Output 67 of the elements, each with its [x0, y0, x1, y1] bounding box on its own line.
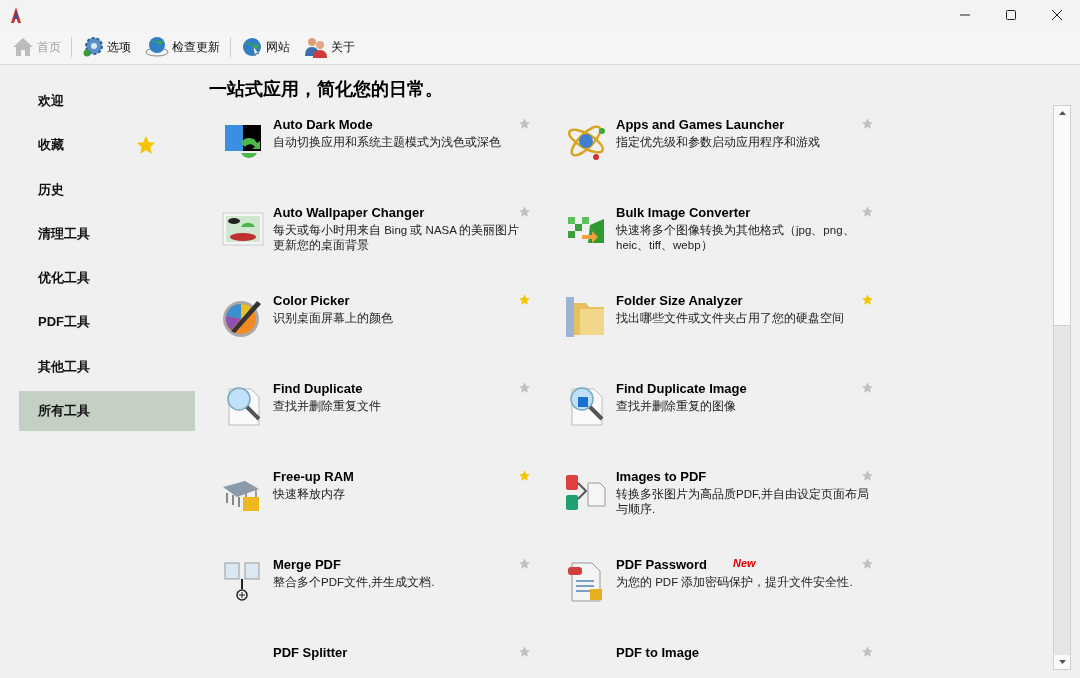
toolbar-button[interactable]: 检查更新	[139, 34, 226, 60]
globe-icon	[145, 36, 169, 58]
toolbar-button[interactable]: 选项	[76, 34, 137, 60]
page-heading: 一站式应用，简化您的日常。	[209, 78, 444, 101]
people-icon	[304, 36, 328, 58]
star-icon[interactable]	[518, 381, 531, 394]
sidebar-item[interactable]: 清理工具	[19, 213, 195, 254]
tool-title[interactable]: Auto Dark Mode	[273, 117, 492, 132]
sidebar-item[interactable]: 历史	[19, 169, 195, 210]
tool-description: 找出哪些文件或文件夹占用了您的硬盘空间	[616, 311, 845, 326]
star-icon[interactable]	[861, 381, 874, 394]
star-icon[interactable]	[518, 645, 531, 658]
star-icon[interactable]	[861, 557, 874, 570]
sidebar-item[interactable]: 所有工具	[19, 391, 195, 432]
tool-description: 转换多张图片为高品质PDF,并自由设定页面布局与顺序.	[616, 487, 870, 517]
sidebar-item[interactable]: 优化工具	[19, 258, 195, 299]
tool-description: 快速释放内存	[273, 487, 346, 502]
gear-icon	[82, 36, 104, 58]
tool-title[interactable]: Find Duplicate Image	[616, 381, 835, 396]
tool-title[interactable]: Bulk Image Converter	[616, 205, 835, 220]
tool-description: 整合多个PDF文件,并生成文档.	[273, 575, 436, 590]
tool-title[interactable]: PDF to Image	[616, 645, 835, 660]
tool-description: 识别桌面屏幕上的颜色	[273, 311, 394, 326]
tool-title[interactable]: Find Duplicate	[273, 381, 492, 396]
star-icon[interactable]	[861, 117, 874, 130]
tool-description: 查找并删除重复的图像	[616, 399, 737, 414]
sidebar-item[interactable]: 其他工具	[19, 346, 195, 387]
globe-icon	[241, 36, 263, 58]
scroll-up-icon[interactable]	[1058, 111, 1066, 115]
tool-description: 查找并删除重复文件	[273, 399, 382, 414]
tool-title[interactable]: PDF Password	[616, 557, 708, 572]
sidebar-item[interactable]: 收藏	[19, 125, 195, 166]
star-icon[interactable]	[518, 205, 531, 218]
tool-description: 自动切换应用和系统主题模式为浅色或深色	[273, 135, 502, 150]
star-icon[interactable]	[518, 117, 531, 130]
tool-title[interactable]: Free-up RAM	[273, 469, 492, 484]
tool-description: 指定优先级和参数启动应用程序和游戏	[616, 135, 821, 150]
toolbar-button[interactable]: 关于	[298, 34, 361, 60]
tool-title[interactable]: Apps and Games Launcher	[616, 117, 835, 132]
sidebar-item[interactable]: 欢迎	[19, 81, 195, 121]
tool-title[interactable]: Merge PDF	[273, 557, 492, 572]
tool-title[interactable]: Folder Size Analyzer	[616, 293, 835, 308]
star-icon[interactable]	[861, 469, 874, 482]
star-icon[interactable]	[861, 645, 874, 658]
tool-title[interactable]: PDF Splitter	[273, 645, 492, 660]
star-icon[interactable]	[861, 205, 874, 218]
tool-description: 每天或每小时用来自 Bing 或 NASA 的美丽图片更新您的桌面背景	[273, 223, 521, 253]
scrollbar[interactable]	[1053, 105, 1071, 670]
star-icon[interactable]	[518, 469, 531, 482]
sidebar-item[interactable]: PDF工具	[19, 302, 195, 343]
scroll-thumb[interactable]	[1054, 120, 1070, 326]
tool-title[interactable]: Auto Wallpaper Changer	[273, 205, 492, 220]
star-icon[interactable]	[518, 557, 531, 570]
star-icon[interactable]	[135, 134, 157, 157]
tool-description: 为您的 PDF 添加密码保护，提升文件安全性.	[616, 575, 854, 590]
close-icon	[1052, 10, 1062, 20]
star-icon[interactable]	[518, 293, 531, 306]
tool-description: 快速将多个图像转换为其他格式（jpg、png、heic、tiff、webp）	[616, 223, 856, 253]
tool-title[interactable]: Color Picker	[273, 293, 492, 308]
tool-title[interactable]: Images to PDF	[616, 469, 835, 484]
new-label: New	[733, 557, 757, 569]
toolbar-button[interactable]: 网站	[235, 34, 296, 60]
scroll-down-icon[interactable]	[1058, 660, 1066, 664]
home-icon	[12, 37, 34, 57]
maximize-icon	[1006, 10, 1016, 20]
app-logo-icon	[10, 7, 22, 23]
star-icon[interactable]	[861, 293, 874, 306]
